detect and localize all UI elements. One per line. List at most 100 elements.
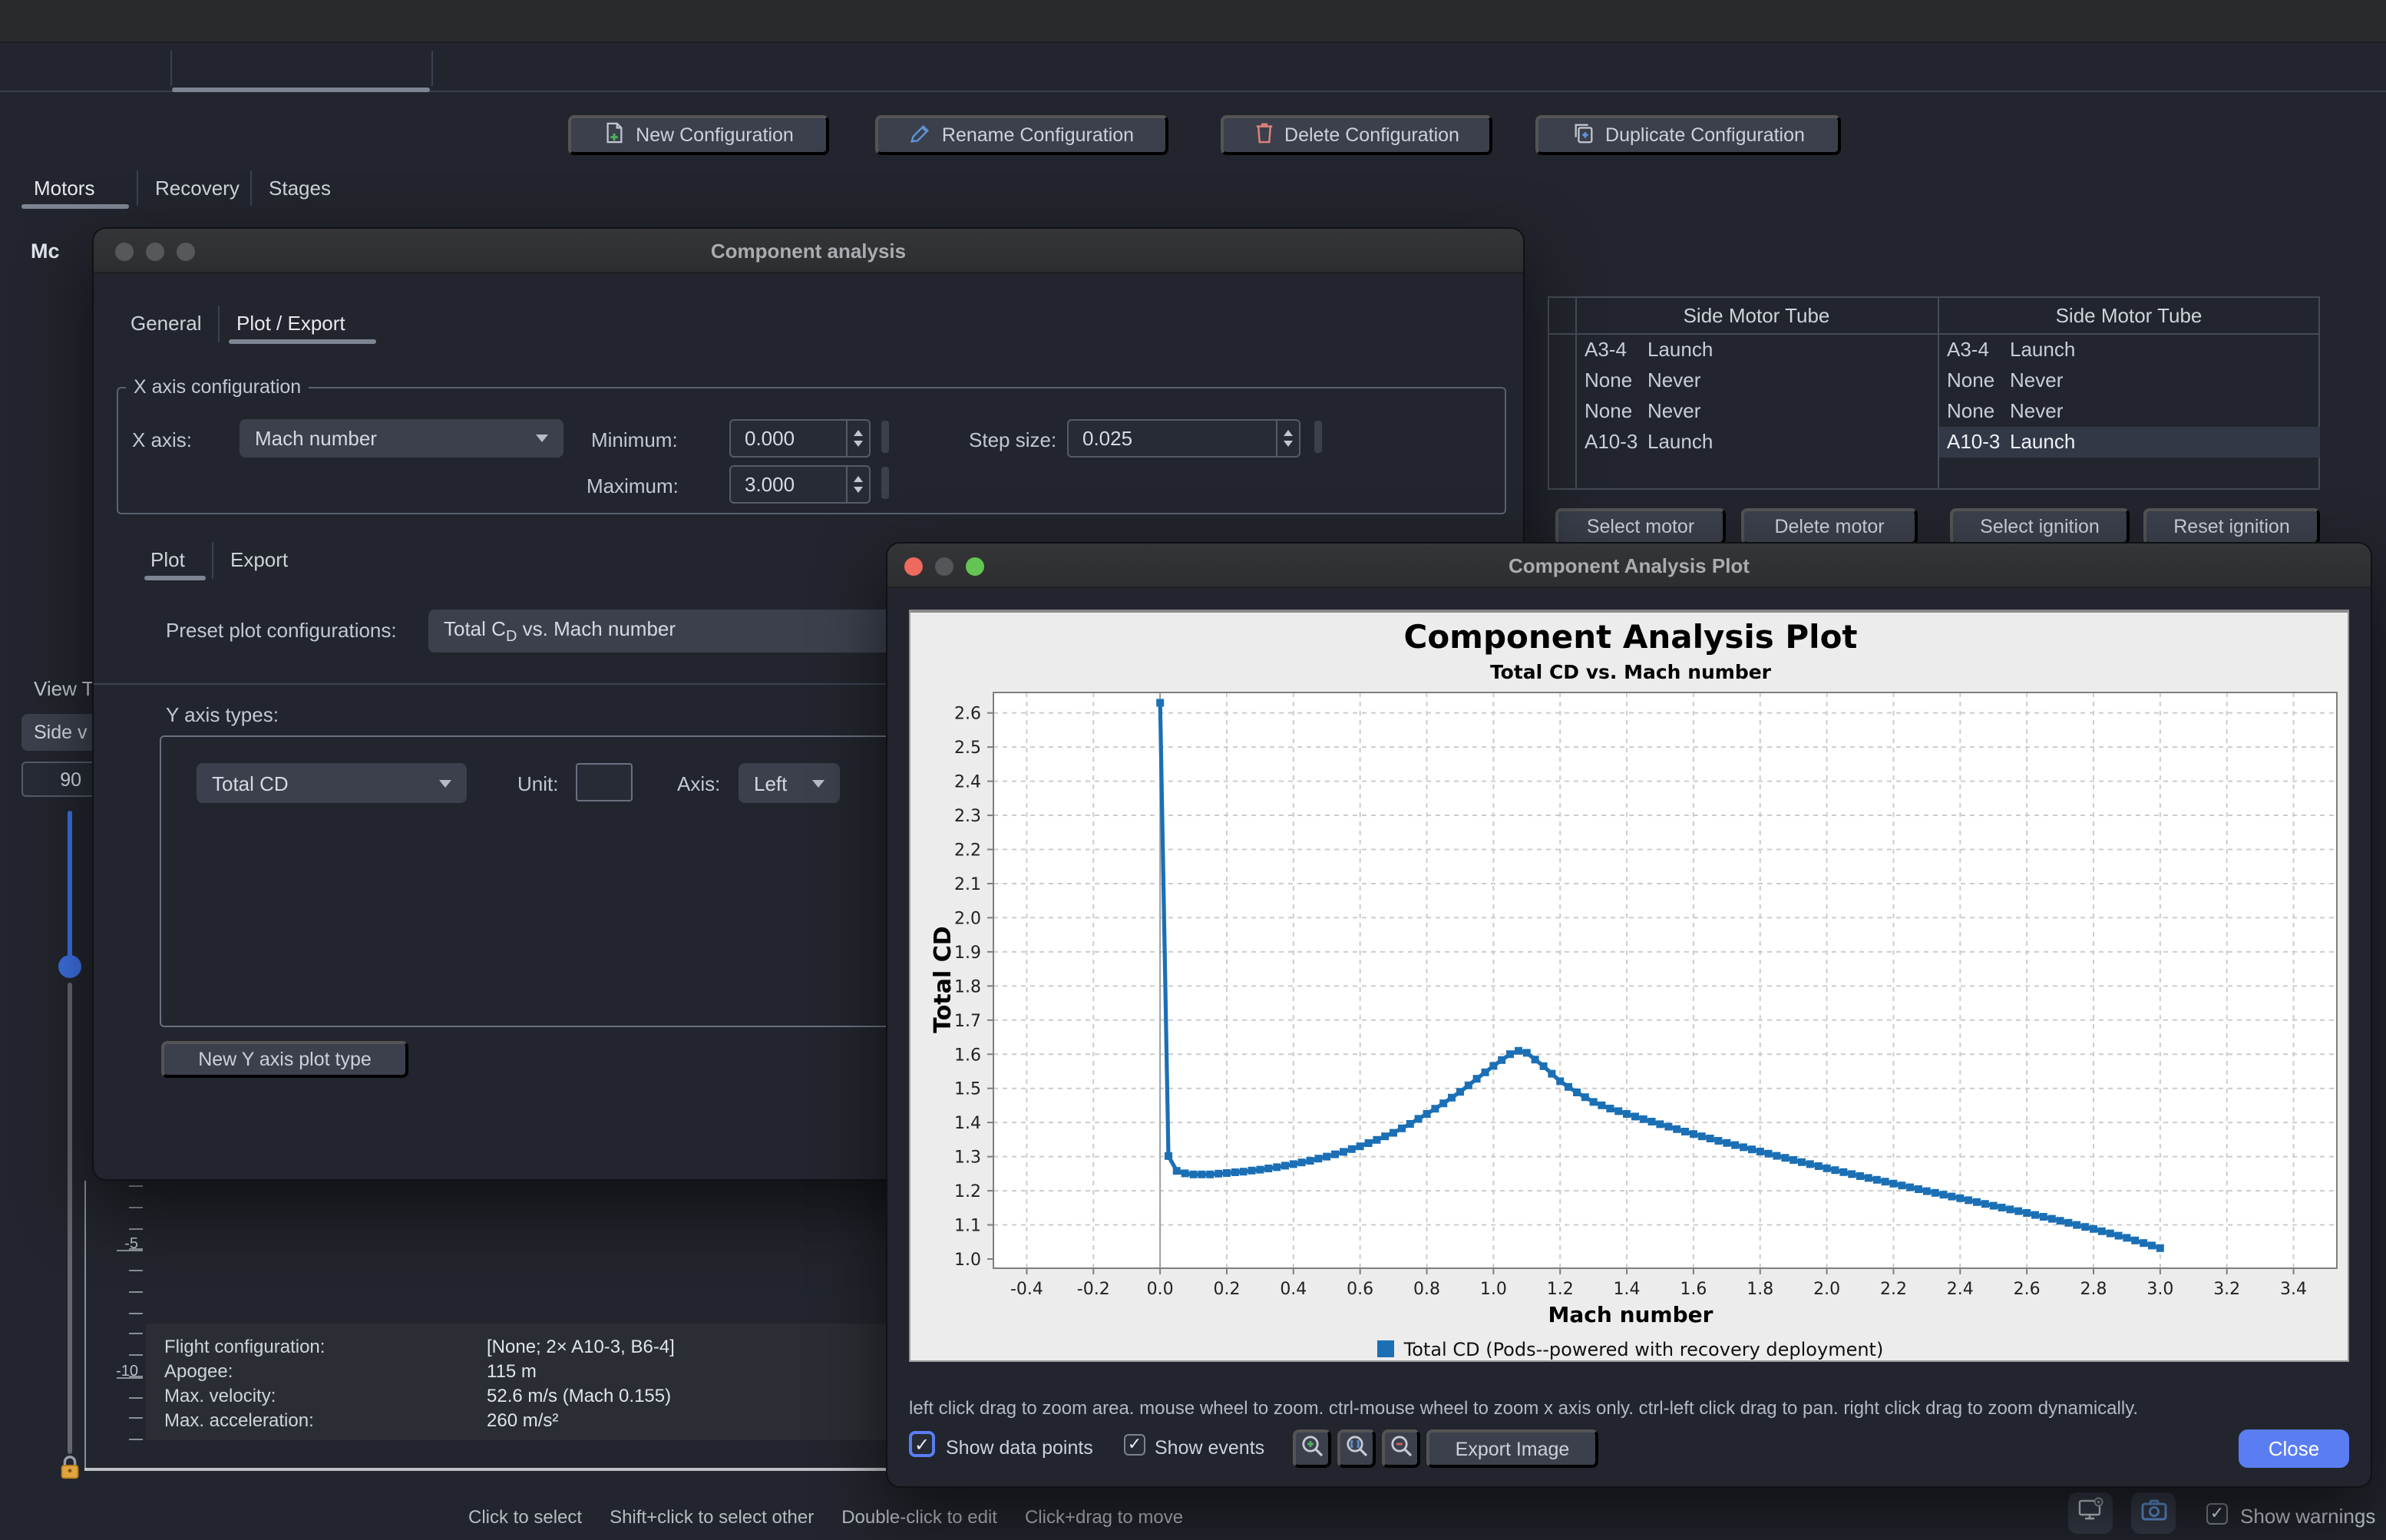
svg-text:2.1: 2.1 (954, 875, 981, 894)
ruler-tick (117, 1377, 143, 1379)
spinner-arrows-icon[interactable] (1276, 421, 1299, 456)
chart-canvas[interactable]: -0.4-0.20.00.20.40.60.81.01.21.41.61.82.… (910, 613, 2351, 1365)
svg-text:1.0: 1.0 (954, 1251, 981, 1270)
maximum-spinner[interactable] (729, 465, 871, 504)
svg-text:0.8: 0.8 (1413, 1280, 1440, 1299)
tab-general[interactable]: General (131, 312, 202, 335)
new-configuration-icon (603, 121, 625, 149)
show-events-checkbox[interactable]: ✓ (1124, 1434, 1145, 1456)
application-window: Pods--powered with recovery deployment R… (0, 0, 2386, 1540)
motor-table-cell[interactable]: NoneNever (1939, 396, 2320, 427)
new-y-axis-plot-type-button[interactable]: New Y axis plot type (161, 1041, 408, 1078)
close-button[interactable]: Close (2239, 1429, 2349, 1468)
ruler-tick (129, 1228, 143, 1229)
rotation-slider-track[interactable] (67, 811, 71, 957)
spinner-arrows-icon[interactable] (846, 467, 869, 502)
unit-selector-stub[interactable] (881, 467, 889, 499)
show-warnings-checkbox[interactable]: ✓ (2206, 1503, 2228, 1525)
x-axis-title: Mach number (910, 1304, 2351, 1328)
rename-icon (910, 122, 931, 148)
motor-table-cell[interactable]: A10-3Launch (1577, 427, 1938, 458)
active-tab-underline (144, 576, 206, 580)
tab-separator (170, 51, 172, 86)
tab-export[interactable]: Export (230, 548, 288, 571)
max-velocity-value: 52.6 m/s (Mach 0.155) (487, 1385, 671, 1406)
svg-text:1.5: 1.5 (954, 1080, 981, 1099)
status-hint: Click to select (468, 1506, 582, 1528)
subtab-recovery[interactable]: Recovery (155, 177, 240, 200)
unit-field[interactable] (576, 763, 633, 801)
table-header: Side Motor Tube (1938, 304, 2320, 327)
tab-separator (431, 51, 433, 86)
unit-selector-stub[interactable] (1314, 421, 1322, 453)
chevron-down-icon (812, 779, 825, 787)
motor-table-cell[interactable]: A3-4Launch (1577, 335, 1938, 365)
show-data-points-label: Show data points (946, 1437, 1093, 1459)
reset-ignition-button[interactable]: Reset ignition (2143, 508, 2320, 545)
zoom-in-icon (1300, 1434, 1324, 1463)
status-hint: Double-click to edit (841, 1506, 997, 1528)
motor-table-cell[interactable]: NoneNever (1577, 365, 1938, 396)
step-size-spinner[interactable] (1067, 419, 1300, 458)
step-size-value[interactable] (1069, 421, 1276, 456)
max-acceleration-label: Max. acceleration: (164, 1409, 314, 1431)
svg-text:3.2: 3.2 (2213, 1280, 2240, 1299)
svg-text:-0.4: -0.4 (1010, 1280, 1043, 1299)
subtab-stages[interactable]: Stages (269, 177, 331, 200)
rotation-slider-thumb[interactable] (58, 955, 81, 978)
view-type-select[interactable]: Side v (21, 714, 98, 751)
rename-configuration-button[interactable]: Rename Configuration (875, 115, 1168, 155)
export-image-button[interactable]: Export Image (1426, 1429, 1598, 1468)
trash-icon (1254, 121, 1274, 149)
maximum-value[interactable] (731, 467, 846, 502)
camera-icon (2140, 1498, 2167, 1528)
maximum-label: Maximum: (587, 474, 679, 497)
motor-table-cell[interactable]: NoneNever (1939, 365, 2320, 396)
main-tab-bar (0, 43, 2386, 92)
xaxis-select[interactable]: Mach number (240, 419, 563, 458)
ruler-tick (129, 1291, 143, 1293)
svg-text:2.5: 2.5 (954, 739, 981, 758)
delete-motor-button[interactable]: Delete motor (1741, 508, 1918, 545)
svg-text:0.0: 0.0 (1147, 1280, 1174, 1299)
motor-table-cell[interactable]: NoneNever (1577, 396, 1938, 427)
minimum-label: Minimum: (591, 428, 678, 451)
screenshot-button[interactable] (2131, 1492, 2176, 1534)
unit-selector-stub[interactable] (881, 421, 889, 453)
y-axis-types-label: Y axis types: (166, 703, 279, 726)
preset-plot-label: Preset plot configurations: (166, 619, 397, 642)
zoom-range-button[interactable] (1337, 1429, 1376, 1468)
motor-table-cell[interactable]: A3-4Launch (1939, 335, 2320, 365)
display-options-button[interactable] (2068, 1492, 2113, 1534)
tab-plot[interactable]: Plot (150, 548, 185, 571)
delete-configuration-button[interactable]: Delete Configuration (1221, 115, 1492, 155)
flight-config-label: Flight configuration: (164, 1336, 325, 1357)
status-hint: Click+drag to move (1025, 1506, 1183, 1528)
minimum-value[interactable] (731, 421, 846, 456)
duplicate-configuration-button[interactable]: Duplicate Configuration (1535, 115, 1841, 155)
spinner-arrows-icon[interactable] (846, 421, 869, 456)
zoom-in-button[interactable] (1293, 1429, 1331, 1468)
lock-icon[interactable] (57, 1452, 83, 1489)
subtab-motors[interactable]: Motors (34, 177, 94, 200)
show-data-points-checkbox[interactable]: ✓ (909, 1431, 935, 1457)
select-motor-button[interactable]: Select motor (1555, 508, 1726, 545)
svg-text:2.4: 2.4 (1947, 1280, 1974, 1299)
minimum-spinner[interactable] (729, 419, 871, 458)
zoom-range-icon (1344, 1434, 1369, 1463)
preset-plot-select[interactable]: Total CD vs. Mach number (428, 610, 953, 653)
rotation-slider-track-lower[interactable] (67, 983, 71, 1454)
view-angle-field[interactable]: 90 (21, 762, 98, 797)
flight-config-value: [None; 2× A10-3, B6-4] (487, 1336, 675, 1357)
motor-table-cell[interactable]: A10-3Launch (1939, 427, 2320, 458)
new-configuration-button[interactable]: New Configuration (568, 115, 829, 155)
axis-select[interactable]: Left (739, 763, 840, 803)
xaxis-config-legend: X axis configuration (126, 376, 309, 398)
svg-text:0.6: 0.6 (1347, 1280, 1373, 1299)
zoom-out-button[interactable] (1382, 1429, 1420, 1468)
svg-text:1.4: 1.4 (954, 1114, 981, 1133)
chart-subtitle: Total CD vs. Mach number (910, 660, 2351, 683)
select-ignition-button[interactable]: Select ignition (1950, 508, 2130, 545)
y-type-select[interactable]: Total CD (197, 763, 467, 803)
tab-plot-export[interactable]: Plot / Export (236, 312, 345, 335)
